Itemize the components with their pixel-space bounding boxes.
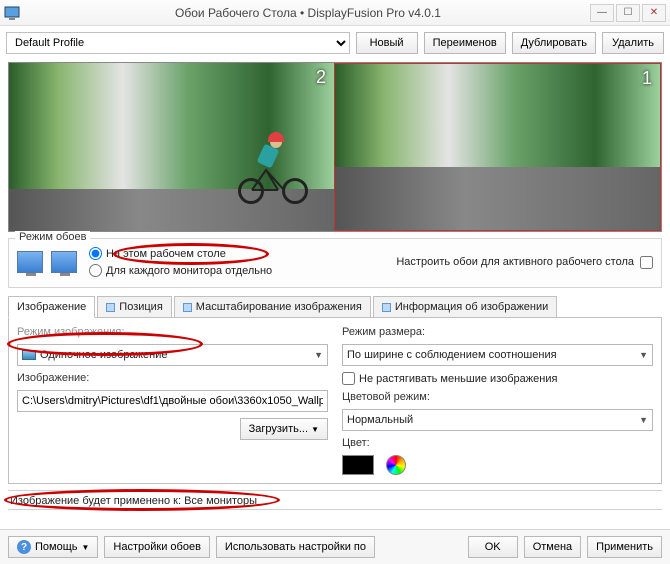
- image-path-label: Изображение:: [17, 372, 328, 384]
- radio-this-desktop[interactable]: На этом рабочем столе: [89, 247, 272, 260]
- profile-toolbar: Default Profile Новый Переименов Дублиро…: [0, 26, 670, 60]
- close-button[interactable]: ✕: [642, 4, 666, 22]
- minimize-button[interactable]: —: [590, 4, 614, 22]
- help-icon: ?: [17, 540, 31, 554]
- monitor-preview[interactable]: 2 1: [8, 62, 662, 232]
- mode-legend: Режим обоев: [15, 231, 90, 243]
- new-profile-button[interactable]: Новый: [356, 32, 418, 54]
- rename-profile-button[interactable]: Переименов: [424, 32, 506, 54]
- tab-scaling[interactable]: Масштабирование изображения: [174, 296, 371, 317]
- active-desktop-label: Настроить обои для активного рабочего ст…: [396, 256, 634, 268]
- ok-button[interactable]: OK: [468, 536, 518, 558]
- radio-this-desktop-input[interactable]: [89, 247, 102, 260]
- size-mode-combo[interactable]: По ширине с соблюдением соотношения ▼: [342, 344, 653, 366]
- monitor-1[interactable]: 1: [334, 63, 661, 231]
- app-icon: [4, 5, 20, 21]
- image-mode-combo[interactable]: Одиночное изображение ▼: [17, 344, 328, 366]
- image-mode-label: Режим изображения:: [17, 326, 328, 338]
- chevron-down-icon: ▼: [311, 425, 319, 434]
- wallpaper-mode-group: Режим обоев На этом рабочем столе Для ка…: [8, 238, 662, 288]
- monitor-number-1: 1: [642, 68, 652, 89]
- divider: [8, 509, 662, 510]
- monitor-number-2: 2: [316, 67, 326, 88]
- color-swatch[interactable]: [342, 455, 374, 475]
- maximize-button[interactable]: ☐: [616, 4, 640, 22]
- use-settings-button[interactable]: Использовать настройки по: [216, 536, 375, 558]
- tab-position[interactable]: Позиция: [97, 296, 172, 317]
- radio-this-desktop-label: На этом рабочем столе: [106, 248, 226, 260]
- bottom-bar: ? Помощь ▼ Настройки обоев Использовать …: [0, 529, 670, 564]
- tab-image[interactable]: Изображение: [8, 296, 95, 318]
- duplicate-profile-button[interactable]: Дублировать: [512, 32, 596, 54]
- monitor-2[interactable]: 2: [9, 63, 334, 231]
- color-mode-label: Цветовой режим:: [342, 391, 653, 403]
- monitor-icon: [17, 251, 43, 273]
- cancel-button[interactable]: Отмена: [524, 536, 581, 558]
- picture-icon: [22, 350, 36, 360]
- window-title: Обои Рабочего Стола • DisplayFusion Pro …: [26, 6, 590, 20]
- delete-profile-button[interactable]: Удалить: [602, 32, 664, 54]
- chevron-down-icon: ▼: [639, 415, 648, 425]
- apply-target-line: Изображение будет применено к: Все монит…: [10, 495, 660, 507]
- no-stretch-checkbox[interactable]: [342, 372, 355, 385]
- tabstrip: Изображение Позиция Масштабирование изоб…: [8, 296, 662, 318]
- monitor-icon: [51, 251, 77, 273]
- chevron-down-icon: ▼: [314, 350, 323, 360]
- color-label: Цвет:: [342, 437, 653, 449]
- help-button[interactable]: ? Помощь ▼: [8, 536, 98, 558]
- color-picker-icon[interactable]: [386, 455, 406, 475]
- radio-each-monitor-input[interactable]: [89, 264, 102, 277]
- color-mode-combo[interactable]: Нормальный ▼: [342, 409, 653, 431]
- load-button[interactable]: Загрузить... ▼: [240, 418, 328, 440]
- titlebar: Обои Рабочего Стола • DisplayFusion Pro …: [0, 0, 670, 26]
- apply-button[interactable]: Применить: [587, 536, 662, 558]
- chevron-down-icon: ▼: [82, 543, 90, 552]
- image-path-input[interactable]: [17, 390, 328, 412]
- tab-body-image: Режим изображения: Одиночное изображение…: [8, 318, 662, 484]
- divider: [8, 490, 662, 491]
- radio-each-monitor[interactable]: Для каждого монитора отдельно: [89, 264, 272, 277]
- square-icon: [183, 303, 192, 312]
- profile-select[interactable]: Default Profile: [6, 32, 350, 54]
- no-stretch-checkbox-row[interactable]: Не растягивать меньшие изображения: [342, 372, 653, 385]
- active-desktop-checkbox[interactable]: [640, 256, 653, 269]
- tab-info[interactable]: Информация об изображении: [373, 296, 557, 317]
- chevron-down-icon: ▼: [639, 350, 648, 360]
- square-icon: [106, 303, 115, 312]
- wallpaper-settings-button[interactable]: Настройки обоев: [104, 536, 210, 558]
- size-mode-label: Режим размера:: [342, 326, 653, 338]
- radio-each-monitor-label: Для каждого монитора отдельно: [106, 265, 272, 277]
- square-icon: [382, 303, 391, 312]
